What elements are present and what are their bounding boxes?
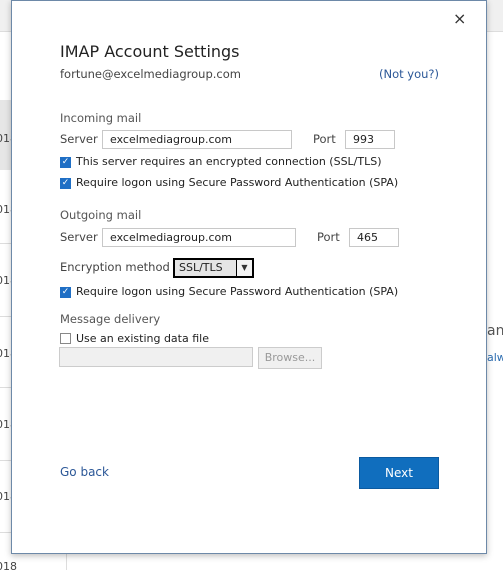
account-email: fortune@excelmediagroup.com [60, 67, 241, 81]
outgoing-port-label: Port [317, 230, 340, 244]
browse-button[interactable]: Browse... [258, 347, 322, 369]
message-delivery-heading: Message delivery [60, 312, 161, 326]
incoming-port-input[interactable]: 993 [345, 130, 395, 149]
encryption-method-value: SSL/TLS [179, 261, 223, 274]
ssl-checkbox-label: This server requires an encrypted connec… [76, 155, 382, 168]
encryption-method-select[interactable]: SSL/TLS ▼ [173, 258, 254, 278]
imap-settings-dialog: × IMAP Account Settings fortune@excelmed… [11, 0, 487, 554]
outgoing-port-input[interactable]: 465 [349, 228, 399, 247]
ssl-checkbox[interactable]: ✓ [60, 157, 71, 168]
next-button[interactable]: Next [359, 457, 439, 489]
outgoing-server-input[interactable]: excelmediagroup.com [102, 228, 296, 247]
existing-data-file-label: Use an existing data file [76, 332, 209, 345]
existing-data-file-checkbox[interactable] [60, 333, 71, 344]
outgoing-spa-checkbox[interactable]: ✓ [60, 287, 71, 298]
incoming-server-input[interactable]: excelmediagroup.com [102, 130, 292, 149]
background-date-fragment: 018 [0, 560, 17, 573]
data-file-path-input[interactable] [59, 347, 253, 367]
go-back-link[interactable]: Go back [60, 465, 109, 479]
background-divider [66, 553, 67, 570]
outgoing-server-label: Server [60, 230, 98, 244]
encryption-method-label: Encryption method [60, 260, 170, 274]
outgoing-spa-checkbox-label: Require logon using Secure Password Auth… [76, 285, 399, 298]
outgoing-mail-heading: Outgoing mail [60, 208, 142, 222]
chevron-down-icon[interactable]: ▼ [236, 260, 252, 276]
not-you-link[interactable]: (Not you?) [379, 67, 439, 81]
incoming-spa-checkbox[interactable]: ✓ [60, 178, 71, 189]
incoming-spa-checkbox-label: Require logon using Secure Password Auth… [76, 176, 399, 189]
incoming-mail-heading: Incoming mail [60, 111, 142, 125]
close-icon[interactable]: × [453, 9, 466, 28]
background-text-fragment: an [487, 323, 503, 339]
dialog-title: IMAP Account Settings [60, 42, 240, 61]
background-link-fragment: alw [487, 351, 503, 364]
incoming-server-label: Server [60, 132, 98, 146]
incoming-port-label: Port [313, 132, 336, 146]
